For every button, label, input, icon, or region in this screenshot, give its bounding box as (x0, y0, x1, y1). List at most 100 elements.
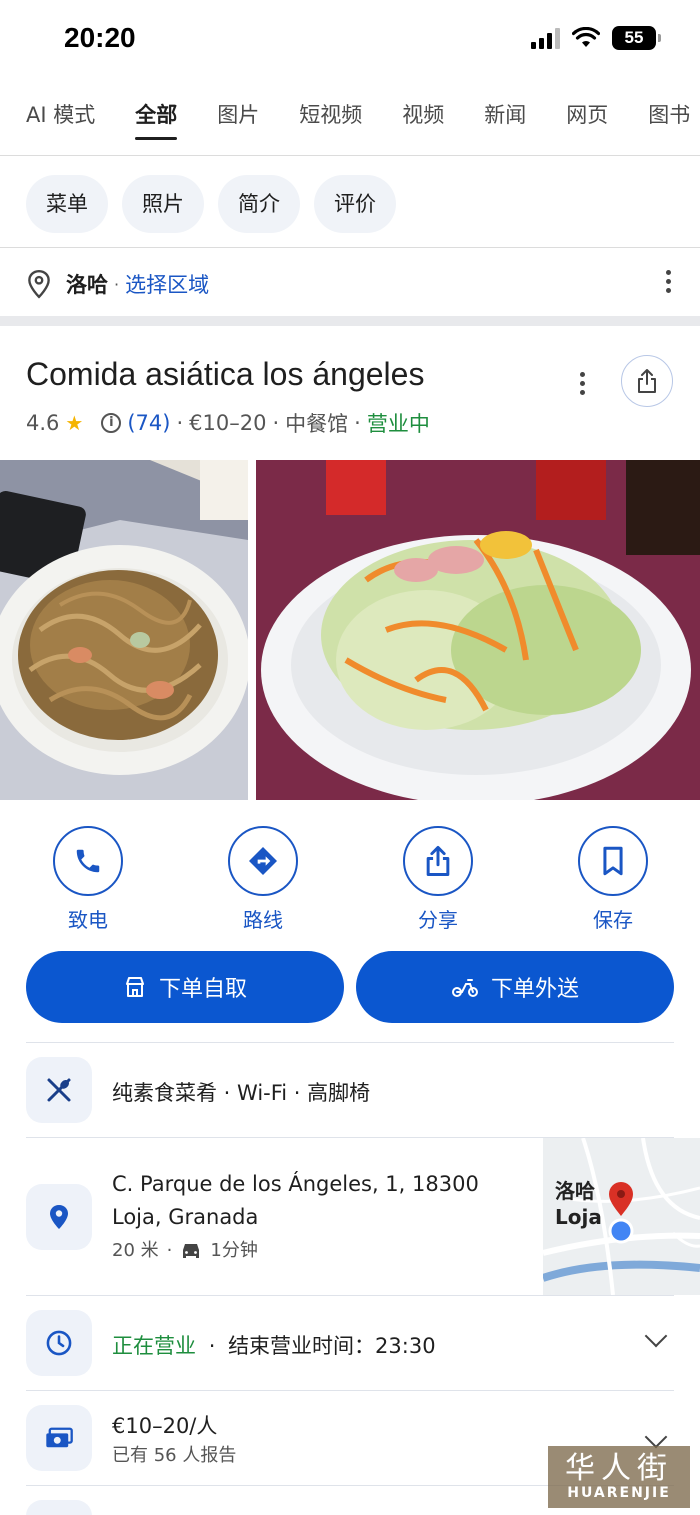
store-icon (125, 977, 144, 997)
tab-books[interactable]: 图书 (648, 88, 690, 142)
order-delivery-button[interactable]: 下单外送 (356, 951, 674, 1023)
address-line1: C. Parque de los Ángeles, 1, 18300 (112, 1172, 479, 1196)
save-circle (578, 826, 648, 896)
watermark-subtext: HUARENJIE (567, 1485, 671, 1501)
share-button[interactable]: 分享 (378, 826, 498, 933)
chevron-down-icon[interactable] (644, 1425, 668, 1449)
order-pickup-button[interactable]: 下单自取 (26, 951, 344, 1023)
meta-separator: · (176, 411, 184, 435)
price-reports: 已有 56 人报告 (112, 1445, 237, 1466)
car-icon (183, 1243, 200, 1258)
meta-separator: · (354, 411, 361, 435)
hours-text: 正在营业 · 结束营业时间：23:30 (112, 1330, 436, 1360)
hours-row[interactable]: 正在营业 · 结束营业时间：23:30 (26, 1295, 674, 1390)
save-label: 保存 (593, 908, 633, 932)
separator: · (208, 1334, 216, 1358)
photo-noodles[interactable] (0, 460, 248, 800)
status-bar: 20:20 55 (0, 0, 700, 80)
tab-web[interactable]: 网页 (566, 88, 608, 142)
directions-circle (228, 826, 298, 896)
star-icon: ★ (65, 411, 84, 435)
photo-salad[interactable] (256, 460, 700, 800)
call-button[interactable]: 致电 (28, 826, 148, 933)
chip-photos[interactable]: 照片 (122, 175, 204, 233)
directions-icon (249, 847, 277, 875)
review-count-link[interactable]: (74) (127, 411, 170, 435)
quick-actions: 致电 路线 分享 保存 (0, 826, 700, 936)
separator: · (166, 1240, 173, 1261)
section-chips: 菜单 照片 简介 评价 (26, 175, 396, 233)
scooter-icon (451, 979, 478, 997)
address-block: C. Parque de los Ángeles, 1, 18300 Loja,… (112, 1168, 532, 1267)
meta-separator: · (272, 411, 280, 435)
watermark-logo: 华人街 HUARENJIE (548, 1446, 690, 1508)
features-row[interactable]: 纯素食菜肴 · Wi-Fi · 高脚椅 (26, 1042, 674, 1137)
price-per-person: €10–20/人 (112, 1414, 218, 1438)
directions-button[interactable]: 路线 (203, 826, 323, 933)
choose-region-link[interactable]: 选择区域 (125, 269, 209, 299)
next-row-icon (26, 1500, 92, 1515)
tab-news[interactable]: 新闻 (484, 88, 526, 142)
map-label-cn: 洛哈 (555, 1179, 595, 1203)
map-thumbnail[interactable]: 洛哈 Loja (543, 1138, 700, 1295)
phone-icon (76, 849, 100, 873)
location-pin-icon (28, 269, 50, 299)
save-button[interactable]: 保存 (553, 826, 673, 933)
address-row[interactable]: C. Parque de los Ángeles, 1, 18300 Loja,… (26, 1137, 700, 1295)
open-now-status: 正在营业 (112, 1334, 196, 1358)
divider (0, 247, 700, 248)
place-meta: 4.6 ★ i (74) · €10–20 · 中餐馆 · 营业中 (26, 408, 430, 438)
share-place-button[interactable] (621, 355, 673, 407)
tab-ai-mode[interactable]: AI 模式 (26, 88, 95, 142)
chip-overview[interactable]: 简介 (218, 175, 300, 233)
section-divider (0, 316, 700, 326)
location-bar: 洛哈 · 选择区域 (26, 258, 686, 310)
status-time: 20:20 (64, 22, 136, 53)
map-label: Loja (555, 1205, 602, 1229)
location-separator: · (114, 274, 120, 294)
share-icon (426, 845, 450, 877)
signal-icon (531, 27, 560, 49)
more-options-icon[interactable] (666, 270, 672, 297)
battery-icon: 55 (612, 26, 661, 50)
clock-icon (26, 1310, 92, 1376)
call-circle (53, 826, 123, 896)
price-range: €10–20 (189, 411, 267, 435)
bookmark-icon (603, 846, 623, 876)
tab-all[interactable]: 全部 (135, 88, 178, 142)
status-icons: 55 (531, 26, 661, 50)
chevron-down-icon[interactable] (644, 1324, 668, 1348)
location-name: 洛哈 (66, 273, 108, 297)
share-label: 分享 (418, 908, 458, 932)
tab-videos[interactable]: 视频 (402, 88, 444, 142)
call-label: 致电 (68, 908, 108, 932)
address-line2: Loja, Granada (112, 1205, 259, 1229)
tab-short-videos[interactable]: 短视频 (299, 88, 362, 142)
money-icon (26, 1405, 92, 1471)
share-icon (638, 369, 656, 393)
features-text: 纯素食菜肴 · Wi-Fi · 高脚椅 (112, 1081, 371, 1105)
wifi-icon (572, 27, 600, 47)
info-icon[interactable]: i (101, 413, 122, 433)
directions-label: 路线 (243, 908, 283, 932)
order-pickup-label: 下单自取 (158, 977, 247, 1002)
place-more-options-icon[interactable] (580, 372, 586, 399)
place-title: Comida asiática los ángeles (26, 356, 425, 392)
chip-reviews[interactable]: 评价 (314, 175, 396, 233)
price-block: €10–20/人 已有 56 人报告 (112, 1411, 236, 1471)
chip-menu[interactable]: 菜单 (26, 175, 108, 233)
closing-time: 结束营业时间：23:30 (228, 1334, 436, 1358)
open-status: 营业中 (366, 412, 430, 436)
watermark-text: 华人街 (565, 1451, 673, 1486)
drive-time: 1分钟 (210, 1240, 258, 1261)
utensils-icon (26, 1057, 92, 1123)
search-tabs: AI 模式 全部 图片 短视频 视频 新闻 网页 图书 (0, 88, 700, 156)
map-labels: 洛哈 Loja (555, 1178, 602, 1230)
distance: 20 米 (112, 1240, 159, 1261)
tab-images[interactable]: 图片 (217, 88, 259, 142)
location-pin-icon (26, 1184, 92, 1250)
distance-info: 20 米 · 1分钟 (112, 1234, 532, 1267)
rating-value: 4.6 (26, 411, 60, 435)
category: 中餐馆 (285, 412, 349, 436)
order-delivery-label: 下单外送 (490, 977, 579, 1002)
